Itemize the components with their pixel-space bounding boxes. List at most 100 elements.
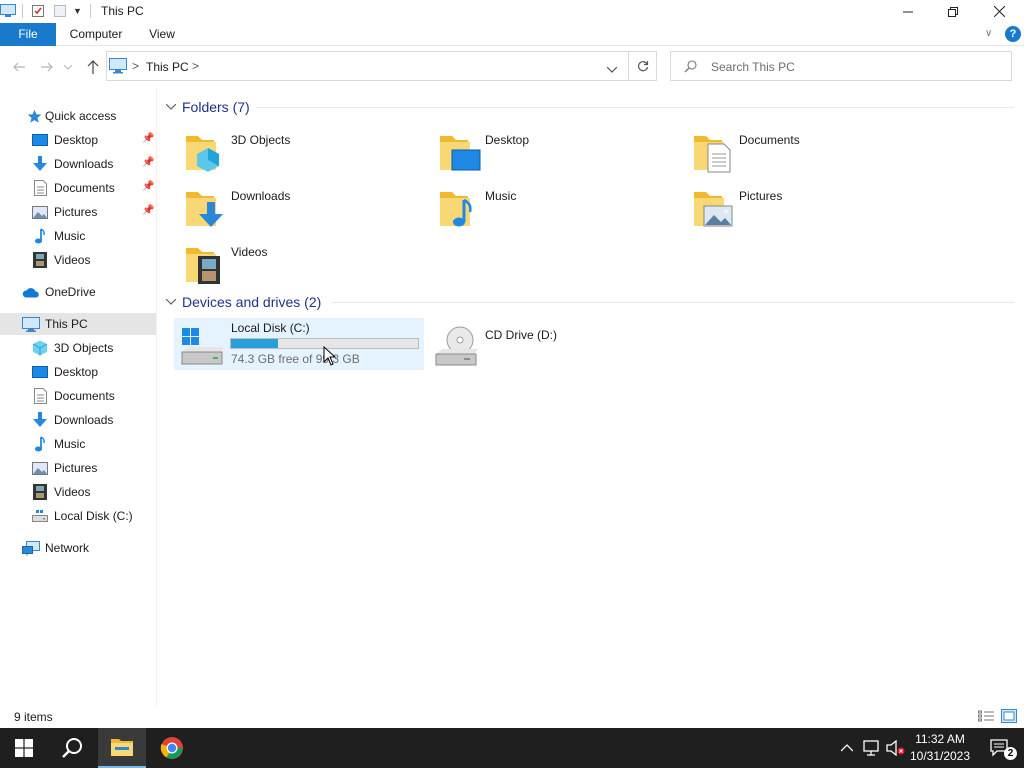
show-hidden-icons-chevron-icon[interactable] [840,741,854,755]
search-box[interactable]: Search This PC [670,51,1012,81]
folder-tile-3d-objects[interactable]: 3D Objects [174,126,424,178]
address-history-chevron-icon[interactable] [606,62,618,76]
sidebar-item-label: OneDrive [45,285,96,299]
sidebar-item-desktop[interactable]: Desktop [0,361,156,383]
recent-locations-chevron-icon[interactable] [62,58,74,76]
drive-tile-cd-drive[interactable]: CD Drive (D:) [428,318,678,370]
desktop-folder-icon [438,130,482,174]
minimize-button[interactable] [885,0,931,23]
sidebar-item-documents[interactable]: Documents 📌 [0,177,156,199]
file-explorer-taskbar-button[interactable] [98,728,146,768]
forward-button[interactable] [38,58,56,76]
folder-tile-videos[interactable]: Videos [174,238,424,290]
folder-tile-downloads[interactable]: Downloads [174,182,424,234]
refresh-button[interactable] [629,51,657,81]
back-button[interactable] [10,58,28,76]
drive-tile-local-disk[interactable]: Local Disk (C:) 74.3 GB free of 99.3 GB [174,318,424,370]
breadcrumb-this-pc[interactable]: This PC [146,60,189,74]
breadcrumb-separator[interactable]: > [132,59,139,73]
tab-view[interactable]: View [142,23,182,46]
folder-label: Pictures [739,189,783,203]
help-icon[interactable]: ? [1005,26,1021,42]
action-center-button[interactable]: 2 [978,728,1024,768]
music-folder-icon [438,186,482,230]
sidebar-item-quick-access[interactable]: Quick access [0,105,156,127]
search-placeholder[interactable]: Search This PC [711,60,795,74]
navigation-pane: Quick access Desktop 📌 Downloads 📌 Docum… [0,88,157,706]
folder-label: Downloads [231,189,291,203]
folders-group-header[interactable]: Folders (7) [165,97,250,117]
sidebar-item-label: Network [45,541,90,555]
sidebar-item-downloads[interactable]: Downloads 📌 [0,153,156,175]
up-button[interactable] [84,58,102,76]
new-folder-icon[interactable] [53,4,67,18]
collapse-chevron-icon[interactable] [165,296,177,308]
drives-group-header[interactable]: Devices and drives (2) [165,292,321,312]
sidebar-item-local-disk[interactable]: Local Disk (C:) [0,505,156,527]
sidebar-item-pictures[interactable]: Pictures [0,457,156,479]
pin-icon[interactable]: 📌 [142,181,154,192]
breadcrumb-separator[interactable]: > [192,59,199,73]
music-icon [32,436,48,452]
music-icon [32,228,48,244]
refresh-icon [637,61,648,72]
this-pc-window-icon [0,4,16,18]
sidebar-item-music[interactable]: Music [0,225,156,247]
notification-badge: 2 [1004,747,1017,760]
sidebar-item-label: Pictures [54,461,98,475]
search-icon [62,738,82,758]
collapse-chevron-icon[interactable] [165,101,177,113]
downloads-folder-icon [184,186,228,230]
search-taskbar-button[interactable] [48,728,96,768]
sidebar-item-label: Music [54,229,86,243]
sidebar-item-pictures[interactable]: Pictures 📌 [0,201,156,223]
folder-tile-pictures[interactable]: Pictures [682,182,932,234]
sidebar-item-network[interactable]: Network [0,537,156,559]
details-view-icon[interactable] [978,710,994,725]
start-button[interactable] [0,728,48,768]
folder-tile-documents[interactable]: Documents [682,126,932,178]
folders-group-title: Folders (7) [182,99,250,115]
videos-icon [32,252,48,268]
sidebar-item-videos[interactable]: Videos [0,481,156,503]
pin-icon[interactable]: 📌 [142,205,154,216]
sidebar-item-videos[interactable]: Videos [0,249,156,271]
customize-toolbar-chevron-icon[interactable]: ▼ [73,6,82,16]
search-icon [684,60,697,76]
this-pc-icon [22,316,40,332]
documents-icon [32,388,48,404]
drive-free-space: 74.3 GB free of 99.3 GB [231,352,360,366]
address-bar[interactable]: > This PC > [106,51,629,81]
sidebar-item-desktop[interactable]: Desktop 📌 [0,129,156,151]
tab-computer[interactable]: Computer [63,23,129,46]
folder-label: 3D Objects [231,133,291,147]
windows-drive-icon [180,326,224,370]
large-icons-view-icon[interactable] [1001,709,1017,726]
restore-button[interactable] [930,0,976,23]
sidebar-item-this-pc[interactable]: This PC [0,313,156,335]
ribbon: File Computer View ∨ ? [0,23,1024,46]
folder-tile-music[interactable]: Music [428,182,678,234]
downloads-icon [32,412,48,428]
clock-time[interactable]: 11:32 AM [910,732,970,746]
chrome-taskbar-button[interactable] [148,728,196,768]
sidebar-item-music[interactable]: Music [0,433,156,455]
close-button[interactable] [976,0,1022,23]
folder-tile-desktop[interactable]: Desktop [428,126,678,178]
volume-muted-icon[interactable] [886,739,906,759]
3d-objects-folder-icon [184,130,228,174]
network-tray-icon[interactable] [863,740,881,759]
tab-file[interactable]: File [0,23,56,46]
pin-icon[interactable]: 📌 [142,133,154,144]
clock-date[interactable]: 10/31/2023 [906,749,974,763]
sidebar-item-downloads[interactable]: Downloads [0,409,156,431]
sidebar-item-label: Quick access [45,109,117,123]
sidebar-item-documents[interactable]: Documents [0,385,156,407]
sidebar-item-3d-objects[interactable]: 3D Objects [0,337,156,359]
onedrive-icon [22,284,40,300]
3d-objects-icon [32,340,48,356]
pin-icon[interactable]: 📌 [142,157,154,168]
properties-icon[interactable] [31,4,45,18]
expand-ribbon-chevron-icon[interactable]: ∨ [985,28,992,39]
sidebar-item-onedrive[interactable]: OneDrive [0,281,156,303]
